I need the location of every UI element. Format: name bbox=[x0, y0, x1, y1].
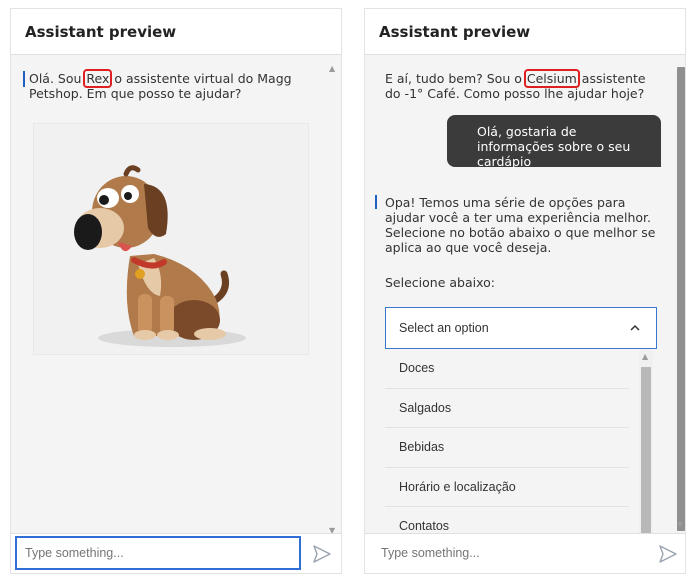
bot-reply-message: Opa! Temos uma série de opções para ajud… bbox=[385, 195, 656, 255]
scroll-down-icon[interactable]: ▼ bbox=[677, 521, 683, 529]
left-composer bbox=[11, 533, 341, 573]
right-composer bbox=[365, 533, 685, 573]
right-message-input[interactable] bbox=[373, 537, 643, 569]
option-doces[interactable]: Doces bbox=[385, 349, 629, 389]
user-message-bubble: Olá, gostaria de informações sobre o seu… bbox=[447, 115, 661, 169]
option-scroll-thumb[interactable] bbox=[641, 367, 651, 547]
greeting-prefix: E aí, tudo bem? Sou o bbox=[385, 71, 526, 86]
chevron-up-icon[interactable] bbox=[628, 321, 642, 335]
right-scrollbar-thumb[interactable] bbox=[677, 67, 685, 531]
send-icon[interactable] bbox=[311, 543, 333, 565]
select-prompt: Selecione abaixo: bbox=[385, 275, 495, 290]
left-bot-message: Olá. Sou Rex o assistente virtual do Mag… bbox=[29, 69, 319, 101]
scroll-up-icon[interactable]: ▲ bbox=[329, 65, 335, 73]
option-bebidas[interactable]: Bebidas bbox=[385, 428, 629, 468]
right-chat-area: E aí, tudo bem? Sou o Celsium assistente… bbox=[365, 55, 685, 547]
right-panel-title: Assistant preview bbox=[379, 22, 531, 41]
option-horario-localizacao[interactable]: Horário e localização bbox=[385, 468, 629, 507]
option-list: Doces Salgados Bebidas Horário e localiz… bbox=[385, 349, 639, 547]
option-salgados[interactable]: Salgados bbox=[385, 389, 629, 428]
send-icon[interactable] bbox=[657, 543, 679, 565]
left-message-input-box[interactable] bbox=[15, 536, 301, 570]
bot-reply-indicator bbox=[375, 195, 377, 209]
right-panel-header: Assistant preview bbox=[365, 9, 685, 55]
right-assistant-panel: Assistant preview E aí, tudo bem? Sou o … bbox=[364, 8, 686, 574]
right-message-input-box[interactable] bbox=[373, 537, 643, 569]
bot-message-indicator bbox=[23, 71, 25, 87]
assistant-name-highlight: Celsium bbox=[523, 69, 580, 88]
left-assistant-panel: Assistant preview Olá. Sou Rex o assiste… bbox=[10, 8, 342, 574]
left-chat-area: Olá. Sou Rex o assistente virtual do Mag… bbox=[11, 55, 341, 533]
assistant-name-highlight: Rex bbox=[83, 69, 113, 88]
option-list-scrollbar[interactable]: ▲ bbox=[639, 349, 653, 547]
left-message-prefix: Olá. Sou bbox=[29, 71, 86, 86]
select-placeholder: Select an option bbox=[399, 321, 489, 335]
scroll-up-icon[interactable]: ▲ bbox=[642, 353, 648, 361]
left-scrollbar[interactable]: ▲ ▼ bbox=[329, 65, 339, 541]
dog-illustration bbox=[74, 165, 246, 347]
left-panel-title: Assistant preview bbox=[25, 22, 177, 41]
user-message-text: Olá, gostaria de informações sobre o seu… bbox=[477, 124, 631, 169]
dog-image-card bbox=[33, 123, 309, 355]
left-message-input[interactable] bbox=[17, 538, 299, 568]
right-bot-greeting: E aí, tudo bem? Sou o Celsium assistente… bbox=[385, 69, 655, 101]
left-panel-header: Assistant preview bbox=[11, 9, 341, 55]
option-select[interactable]: Select an option bbox=[385, 307, 657, 349]
